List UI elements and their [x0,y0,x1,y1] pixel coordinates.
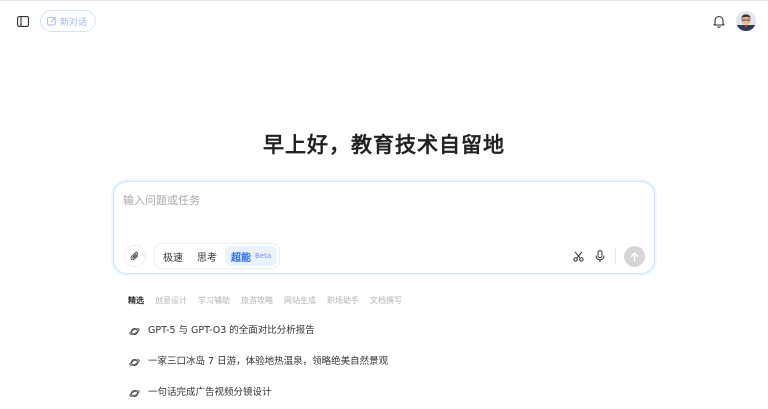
tab-docs[interactable]: 文档撰写 [370,295,402,306]
beta-badge: Beta [255,252,272,260]
toolbar-divider [615,248,616,264]
microphone-icon[interactable] [593,248,607,264]
suggestion-text: 一家三口冰岛 7 日游，体验地热温泉，领略绝美自然景观 [148,356,389,367]
suggestion-item[interactable]: GPT-5 与 GPT-O3 的全面对比分析报告 [128,324,648,355]
sidebar-toggle-icon[interactable] [14,13,32,29]
scissors-icon[interactable] [571,249,585,263]
mode-super-label: 超能 [231,252,251,264]
app-page: 新对话 早上好，教育技术自留地 极速 [0,0,768,409]
mode-think[interactable]: 思考 [191,246,223,266]
suggestion-tabs: 精选 创意设计 学习辅助 旅游攻略 网站生成 职场助手 文档撰写 [128,295,402,306]
arrow-up-icon [630,252,639,262]
new-chat-label: 新对话 [60,17,88,28]
suggestion-list: GPT-5 与 GPT-O3 的全面对比分析报告 一家三口冰岛 7 日游，体验地… [128,324,648,409]
edit-icon [47,16,56,26]
planet-icon [128,387,140,399]
attach-button[interactable] [124,245,146,267]
tab-creative-design[interactable]: 创意设计 [155,295,187,306]
tab-website[interactable]: 网站生成 [284,295,316,306]
avatar[interactable] [736,11,756,31]
mode-selector: 极速 思考 超能 Beta [154,243,281,269]
mode-fast[interactable]: 极速 [157,246,189,266]
tab-featured[interactable]: 精选 [128,295,144,306]
new-chat-button[interactable]: 新对话 [40,10,97,32]
greeting-heading: 早上好，教育技术自留地 [263,133,505,157]
task-input[interactable] [123,190,643,210]
planet-icon [128,356,140,368]
suggestion-item[interactable]: 一家三口冰岛 7 日游，体验地热温泉，领略绝美自然景观 [128,355,648,386]
tab-workplace[interactable]: 职场助手 [327,295,359,306]
planet-icon [128,325,140,337]
suggestion-item[interactable]: 一句话完成广告视频分镜设计 [128,386,648,409]
suggestion-text: 一句话完成广告视频分镜设计 [148,387,272,398]
mode-fast-label: 极速 [163,252,183,264]
mode-think-label: 思考 [197,252,217,264]
mode-super[interactable]: 超能 Beta [225,246,278,266]
tab-travel[interactable]: 旅游攻略 [241,295,273,306]
composer: 极速 思考 超能 Beta [113,181,655,274]
send-button[interactable] [624,246,645,267]
tab-study-help[interactable]: 学习辅助 [198,295,230,306]
bell-icon[interactable] [711,12,727,30]
suggestion-text: GPT-5 与 GPT-O3 的全面对比分析报告 [148,325,315,336]
paperclip-icon [130,251,139,260]
